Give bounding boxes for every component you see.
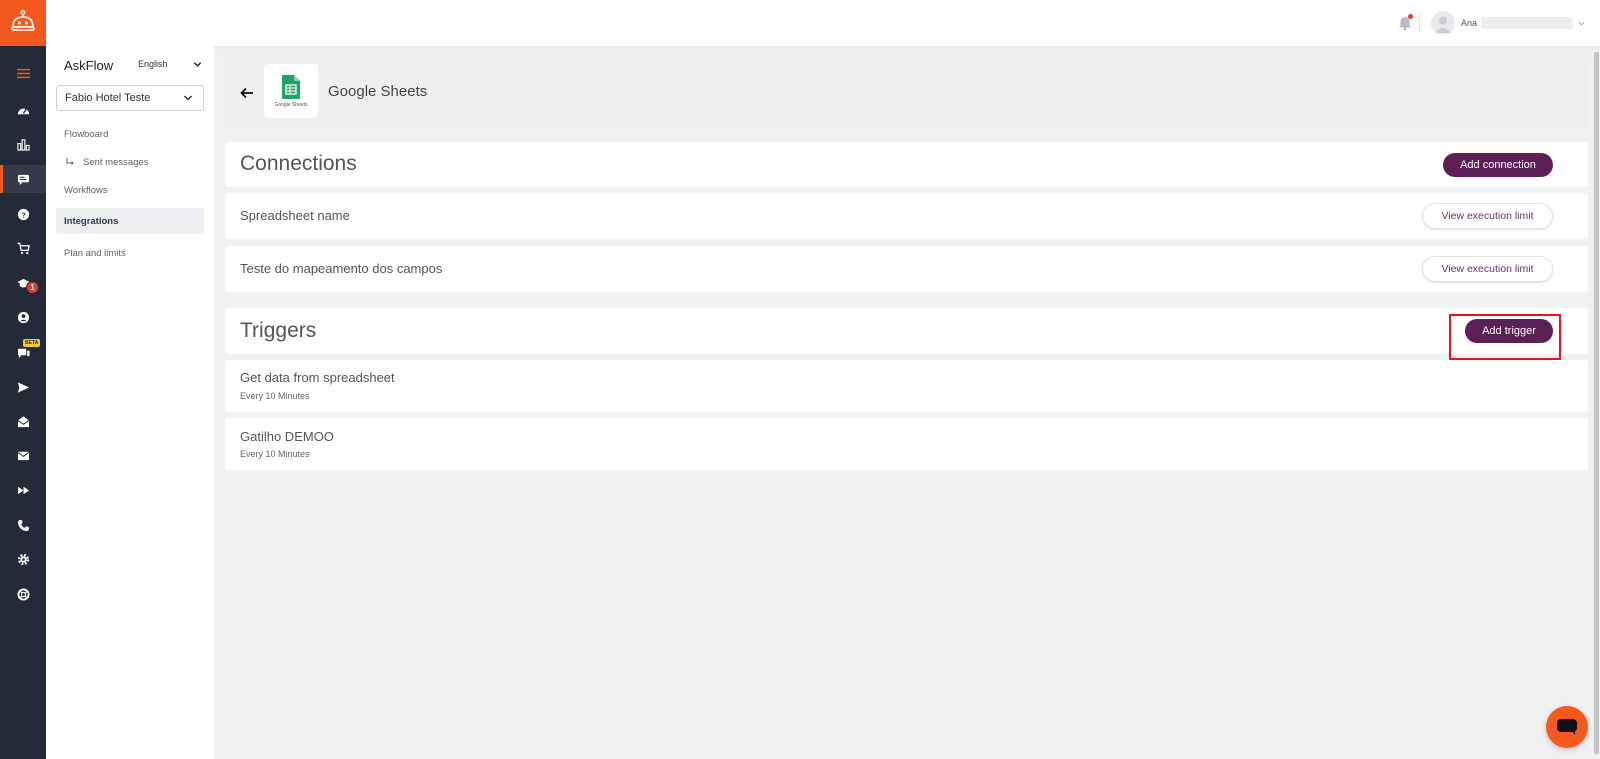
scrollbar[interactable] (1594, 52, 1599, 754)
gear-icon (17, 553, 29, 565)
rail-support[interactable] (0, 580, 46, 608)
notification-dot (1408, 14, 1413, 19)
page-title: Google Sheets (328, 83, 428, 100)
google-sheets-icon (282, 74, 300, 99)
connection-name: Teste do mapeamento dos campos (240, 261, 443, 276)
chat-bubbles-icon (17, 348, 30, 358)
rail-send[interactable] (0, 373, 46, 401)
rail-academy[interactable]: 1 (0, 269, 46, 297)
language-label: English (138, 59, 168, 69)
sidebar-item-workflows[interactable]: Workflows (56, 177, 204, 203)
list-item: Spreadsheet name View execution limit (225, 193, 1588, 239)
connections-header: Connections Add connection (225, 142, 1588, 187)
trigger-schedule: Every 10 Minutes (240, 391, 310, 401)
add-connection-button[interactable]: Add connection (1443, 153, 1553, 177)
beta-badge: BETA (23, 339, 41, 347)
divider (1419, 13, 1420, 33)
user-name-redacted (1481, 17, 1574, 29)
app-logo[interactable] (0, 0, 46, 46)
list-item[interactable]: Get data from spreadsheet Every 10 Minut… (225, 360, 1588, 412)
rail-store[interactable] (0, 234, 46, 262)
top-bar: Ana (46, 0, 1600, 46)
cart-icon (16, 242, 30, 254)
sidebar-item-integrations[interactable]: Integrations (56, 208, 204, 234)
fast-forward-icon (17, 486, 29, 494)
rail-conversations[interactable]: BETA (0, 338, 46, 366)
lifebuoy-icon (16, 587, 30, 601)
chat-icon (1557, 719, 1577, 735)
icon-rail: ? 1 BETA (0, 0, 46, 759)
user-circle-icon (17, 311, 29, 323)
trigger-name: Gatilho DEMOO (240, 429, 334, 444)
brand-name: AskFlow (64, 58, 114, 73)
hamburger-icon (16, 68, 30, 78)
sidebar-item-flowboard[interactable]: Flowboard (56, 121, 204, 147)
chat-flow-icon (17, 174, 29, 185)
triggers-header: Triggers Add trigger (225, 308, 1588, 354)
sidebar-item-label: Plan and limits (64, 247, 126, 259)
connection-name: Spreadsheet name (240, 208, 350, 223)
menu-toggle[interactable] (0, 59, 46, 87)
user-menu[interactable]: Ana (1431, 10, 1586, 36)
view-execution-limit-button[interactable]: View execution limit (1422, 256, 1553, 282)
secondary-sidebar: AskFlow English Fabio Hotel Teste Flowbo… (46, 46, 214, 759)
sidebar-item-plan-and-limits[interactable]: Plan and limits (56, 240, 204, 266)
section-title: Connections (240, 152, 357, 175)
integration-header: Google Sheets Google Sheets (224, 58, 1588, 128)
user-avatar-icon (1435, 16, 1451, 33)
svg-text:?: ? (21, 210, 26, 219)
rail-help[interactable]: ? (0, 200, 46, 228)
sidebar-item-label: Workflows (64, 184, 108, 196)
sidebar-item-label: Flowboard (64, 128, 109, 140)
sub-arrow-icon (66, 158, 74, 165)
paper-plane-icon (17, 381, 29, 393)
sidebar-item-label: Sent messages (83, 156, 149, 168)
rail-messages[interactable] (0, 165, 46, 193)
notification-badge: 1 (26, 281, 39, 294)
user-name: Ana (1461, 18, 1478, 28)
rail-contacts[interactable] (0, 303, 46, 331)
view-execution-limit-button[interactable]: View execution limit (1422, 203, 1553, 229)
sidebar-item-sent-messages[interactable]: Sent messages (56, 149, 204, 175)
back-button[interactable] (239, 85, 255, 101)
rail-inbox[interactable] (0, 407, 46, 435)
list-item: Teste do mapeamento dos campos View exec… (225, 246, 1588, 292)
rail-phone[interactable] (0, 511, 46, 539)
bar-chart-icon (16, 138, 30, 151)
chevron-down-icon (1578, 21, 1585, 26)
rail-email[interactable] (0, 441, 46, 469)
envelope-icon (17, 451, 29, 460)
question-icon: ? (17, 208, 29, 220)
language-select[interactable]: English (138, 59, 202, 69)
avatar (1431, 11, 1455, 35)
gauge-icon (17, 107, 29, 114)
envelope-open-icon (17, 415, 29, 427)
robot-logo-icon (11, 10, 35, 31)
section-title: Triggers (240, 319, 317, 342)
app-logo-caption: Google Sheets (274, 101, 308, 108)
list-item[interactable]: Gatilho DEMOO Every 10 Minutes (225, 418, 1588, 470)
trigger-name: Get data from spreadsheet (240, 370, 395, 385)
rail-dashboard[interactable] (0, 96, 46, 124)
rail-forward[interactable] (0, 476, 46, 504)
sidebar-item-label: Integrations (64, 215, 119, 227)
chevron-down-icon (183, 95, 193, 101)
chat-widget-button[interactable] (1546, 706, 1588, 748)
google-sheets-logo: Google Sheets (264, 64, 318, 118)
chevron-down-icon (193, 61, 202, 67)
hotel-select-value: Fabio Hotel Teste (65, 92, 151, 104)
hotel-select[interactable]: Fabio Hotel Teste (56, 85, 204, 111)
notifications-button[interactable] (1398, 14, 1414, 31)
trigger-schedule: Every 10 Minutes (240, 449, 310, 459)
rail-settings[interactable] (0, 545, 46, 573)
arrow-left-icon (240, 87, 253, 99)
phone-icon (17, 519, 29, 531)
rail-reports[interactable] (0, 130, 46, 158)
highlight-box (1449, 314, 1561, 360)
